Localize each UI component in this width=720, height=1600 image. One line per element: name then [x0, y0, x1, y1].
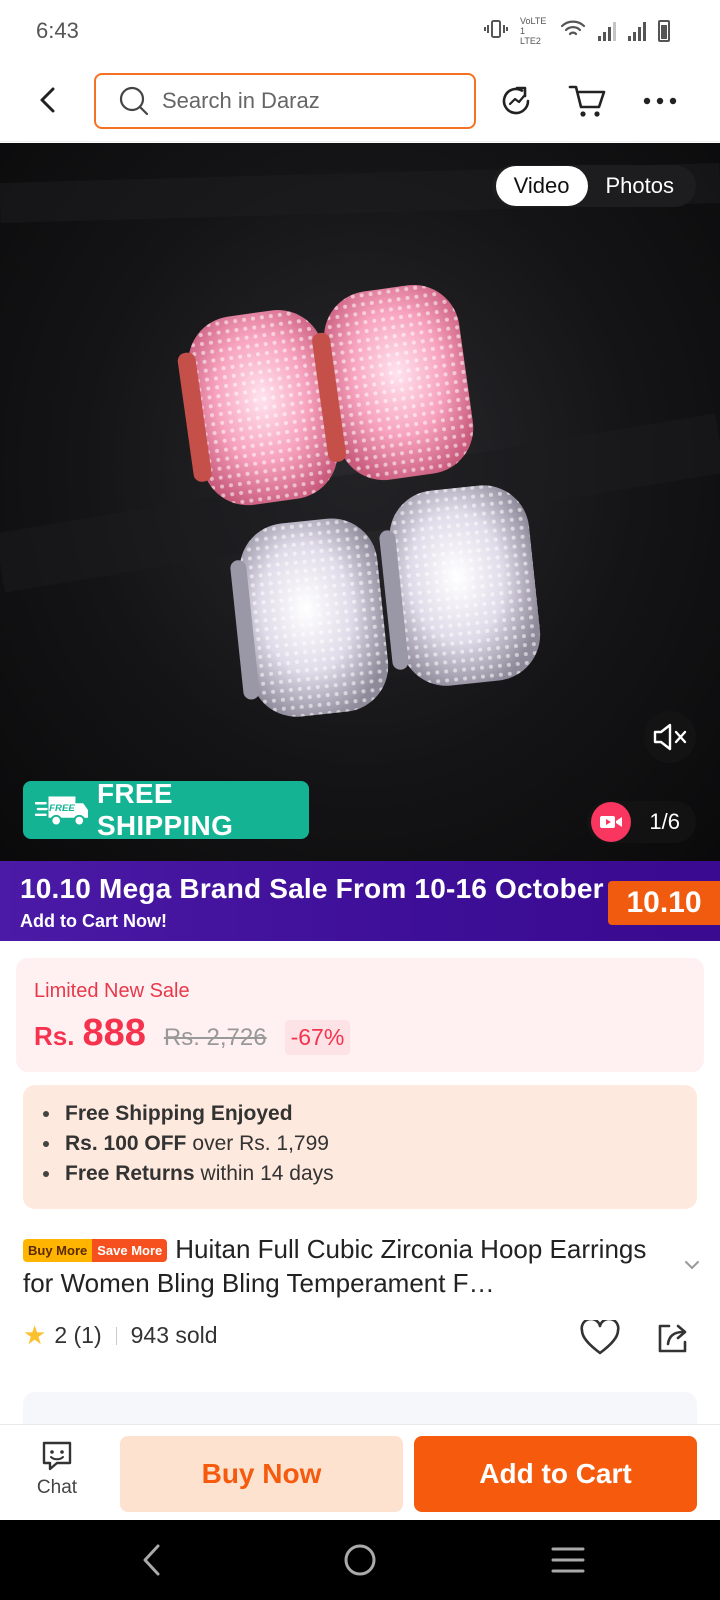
tab-photos[interactable]: Photos — [588, 166, 693, 206]
share-button[interactable] — [650, 1316, 694, 1360]
status-time: 6:43 — [36, 18, 79, 43]
price-current: 888 — [82, 1012, 146, 1054]
tag-save-more: Save More — [92, 1239, 168, 1262]
search-input[interactable] — [162, 88, 442, 114]
chat-button[interactable]: Chat — [22, 1439, 92, 1509]
benefit-bold: Free Shipping Enjoyed — [65, 1102, 293, 1125]
promo-banner[interactable]: 10.10 Mega Brand Sale From 10-16 October… — [0, 861, 720, 941]
benefits-box[interactable]: Free Shipping Enjoyed Rs. 100 OFF over R… — [23, 1085, 697, 1209]
benefit-bold: Rs. 100 OFF — [65, 1132, 187, 1155]
video-camera-icon — [591, 802, 632, 842]
nav-back-button[interactable] — [128, 1536, 176, 1584]
add-to-cart-button[interactable]: Add to Cart — [414, 1436, 697, 1512]
volte-label: VoLTE 1 LTE2 — [520, 16, 547, 46]
nav-recents-button[interactable] — [544, 1536, 592, 1584]
svg-text:FREE: FREE — [49, 803, 75, 814]
price-currency: Rs. — [34, 1021, 75, 1051]
signal-icon-2 — [628, 21, 646, 41]
back-button[interactable] — [28, 80, 68, 120]
media-counter-text: 1/6 — [649, 809, 680, 834]
refresh-arrow-icon — [502, 86, 530, 115]
heart-icon — [580, 1320, 620, 1355]
product-title-block[interactable]: Buy More Save More Huitan Full Cubic Zirco… — [23, 1232, 663, 1300]
mute-button[interactable] — [644, 711, 696, 763]
media-counter: 1/6 — [587, 801, 696, 843]
product-image-earrings — [0, 163, 720, 717]
buy-now-button[interactable]: Buy Now — [120, 1436, 403, 1512]
price-card: Limited New Sale Rs. 888 Rs. 2,726 -67% — [16, 958, 704, 1072]
chat-icon — [42, 1441, 72, 1471]
header — [0, 60, 720, 142]
cart-icon — [568, 85, 606, 117]
search-box[interactable] — [94, 73, 476, 129]
tag-buy-more: Buy More — [23, 1239, 93, 1262]
battery-icon — [658, 20, 670, 42]
benefit-rest: within 14 days — [200, 1162, 334, 1185]
delivery-truck-icon: FREE — [35, 796, 88, 827]
benefit-rest: over Rs. 1,799 — [192, 1132, 329, 1155]
wishlist-button[interactable] — [578, 1316, 622, 1360]
price-original: Rs. 2,726 — [163, 1024, 267, 1051]
share-refresh-button[interactable] — [493, 78, 539, 124]
price-row: Rs. 888 Rs. 2,726 -67% — [34, 1012, 351, 1055]
tab-video[interactable]: Video — [495, 166, 588, 206]
status-icons: VoLTE 1 LTE2 — [484, 16, 670, 46]
bullet-icon — [43, 1111, 49, 1117]
bullet-icon — [43, 1141, 49, 1147]
cart-button[interactable] — [565, 78, 611, 124]
nav-back-icon — [143, 1544, 160, 1576]
wifi-icon — [560, 19, 586, 44]
benefit-item: Free Returns within 14 days — [43, 1159, 697, 1189]
chat-label: Chat — [36, 1477, 78, 1498]
rating-text: 2 (1) — [54, 1322, 102, 1348]
sale-label: Limited New Sale — [34, 980, 190, 1002]
bottom-action-bar: Chat Buy Now Add to Cart — [0, 1424, 720, 1520]
bullet-icon — [43, 1171, 49, 1177]
discount-badge: -67% — [284, 1020, 351, 1055]
divider — [115, 1326, 117, 1345]
product-media[interactable]: Video Photos FREE FREE SHIPPING 1/6 — [0, 143, 720, 861]
benefit-bold: Free Returns — [65, 1162, 195, 1185]
benefit-item: Rs. 100 OFF over Rs. 1,799 — [43, 1129, 697, 1159]
promo-badge: 10.10 — [608, 881, 720, 925]
nav-recents-icon — [551, 1547, 585, 1573]
vibrate-icon — [484, 19, 508, 44]
chevron-down-icon — [685, 1261, 699, 1270]
free-shipping-badge: FREE FREE SHIPPING — [23, 778, 309, 841]
promo-subtitle: Add to Cart Now! — [20, 911, 167, 931]
free-shipping-label: FREE SHIPPING — [96, 778, 234, 841]
media-toggle: Video Photos — [491, 165, 696, 207]
star-icon: ★ — [23, 1320, 47, 1350]
sold-count: 943 sold — [130, 1322, 218, 1348]
chevron-left-icon — [40, 87, 55, 113]
more-dots-icon — [643, 97, 677, 105]
signal-icon — [598, 21, 616, 41]
status-bar: 6:43 VoLTE 1 LTE2 — [0, 0, 720, 60]
share-icon — [658, 1324, 687, 1353]
search-icon — [119, 86, 149, 116]
system-nav-bar — [0, 1520, 720, 1600]
nav-home-icon — [344, 1544, 376, 1576]
speaker-muted-icon — [653, 723, 687, 751]
nav-home-button[interactable] — [336, 1536, 384, 1584]
expand-title-button[interactable] — [684, 1257, 700, 1275]
benefit-item: Free Shipping Enjoyed — [43, 1099, 697, 1129]
promo-title: 10.10 Mega Brand Sale From 10-16 October — [20, 873, 604, 904]
more-button[interactable] — [637, 78, 683, 124]
rating-row[interactable]: ★ 2 (1) 943 sold — [23, 1320, 218, 1351]
